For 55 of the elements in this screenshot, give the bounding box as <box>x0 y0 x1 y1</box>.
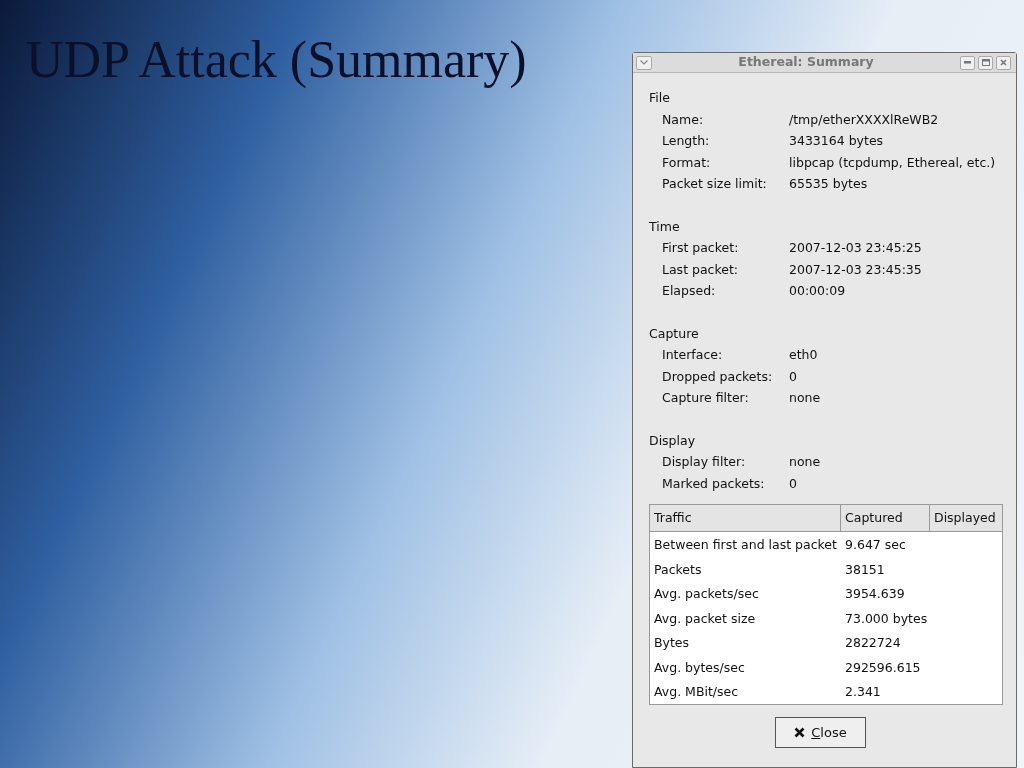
close-icon <box>794 727 806 738</box>
field-label: Format: <box>662 153 712 172</box>
field-label: Capture filter: <box>662 389 750 407</box>
field-value: 0 <box>789 474 797 493</box>
field-label: Name: <box>662 110 705 129</box>
table-cell-text: 2822724 <box>844 634 902 653</box>
window-menu-button[interactable] <box>636 55 652 70</box>
table-cell-text: 292596.615 <box>844 658 922 677</box>
table-cell-text: Bytes <box>653 634 691 653</box>
field-value: /tmp/etherXXXXlReWB2 <box>789 110 939 129</box>
table-cell-text: Packets <box>653 560 703 579</box>
field-label: First packet: <box>662 239 740 257</box>
table-cell-text: 38151 <box>844 560 886 579</box>
chevron-down-icon <box>640 60 648 65</box>
table-cell-text: Avg. packet size <box>653 609 757 628</box>
close-button[interactable]: Close <box>775 717 866 748</box>
section-heading: Capture <box>649 324 700 343</box>
slide-title: UDP Attack (Summary) <box>26 34 527 86</box>
field-value: 2007-12-03 23:45:25 <box>789 239 922 257</box>
field-label: Length: <box>662 132 711 150</box>
field-label: Interface: <box>662 346 724 364</box>
close-icon <box>1000 59 1007 66</box>
section-heading: Display <box>649 431 697 450</box>
field-value: eth0 <box>789 346 818 364</box>
close-window-button[interactable] <box>996 55 1011 70</box>
column-header[interactable]: Traffic <box>650 505 841 531</box>
field-label: Last packet: <box>662 260 740 279</box>
field-value: 2007-12-03 23:45:35 <box>789 260 922 279</box>
field-label: Dropped packets: <box>662 367 774 386</box>
field-value: libpcap (tcpdump, Ethereal, etc.) <box>789 153 996 172</box>
field-label: Elapsed: <box>662 282 717 300</box>
maximize-icon <box>981 59 990 66</box>
field-value: none <box>789 453 821 471</box>
table-cell-text: 9.647 sec <box>844 535 907 554</box>
minimize-button[interactable] <box>960 55 975 70</box>
field-value: 65535 bytes <box>789 175 868 193</box>
field-value: none <box>789 389 821 407</box>
table-cell-text: Between first and last packet <box>653 535 838 554</box>
minimize-icon <box>964 61 971 64</box>
field-value: 0 <box>789 367 797 386</box>
table-cell-text: 2.341 <box>844 683 882 702</box>
table-cell-text: 3954.639 <box>844 585 906 604</box>
field-label: Display filter: <box>662 453 747 471</box>
table-cell-text: Avg. bytes/sec <box>653 658 746 677</box>
field-value: 3433164 bytes <box>789 132 884 150</box>
table-cell-text: Avg. packets/sec <box>653 585 760 604</box>
field-label: Packet size limit: <box>662 175 768 193</box>
table-cell-text: Avg. MBit/sec <box>653 683 740 702</box>
window-title: Ethereal: Summary <box>737 53 875 72</box>
section-heading: Time <box>649 217 681 236</box>
table-cell-text: 73.000 bytes <box>844 609 929 628</box>
maximize-button[interactable] <box>978 55 993 70</box>
field-label: Marked packets: <box>662 474 766 493</box>
section-heading: File <box>649 89 671 107</box>
field-value: 00:00:09 <box>789 282 846 300</box>
